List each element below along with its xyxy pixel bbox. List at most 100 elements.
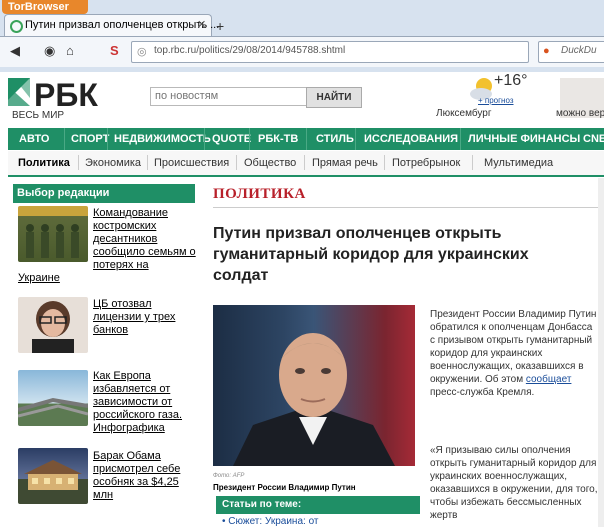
item-line: ЦБ отозвал <box>93 298 152 310</box>
navigation-toolbar: ◀ ◉ ⌂ S ◎ top.rbc.ru/politics/29/08/2014… <box>0 36 604 67</box>
site-icon: ◎ <box>137 46 147 58</box>
duckduckgo-icon: ● <box>543 45 550 57</box>
ad-text[interactable]: можно вер <box>556 108 604 119</box>
thumbnail-pipeline[interactable] <box>17 370 89 426</box>
news-search-input[interactable] <box>150 87 310 106</box>
related-article-link[interactable]: • Сюжет: Украина: от <box>222 516 319 527</box>
item-line: присмотрел себе <box>93 463 181 475</box>
torbrowser-menu-button[interactable]: TorBrowser <box>2 0 88 14</box>
paragraph-text: Президент России Владимир Путин обратилс… <box>430 309 597 385</box>
nav-divider <box>355 128 356 150</box>
thumbnail-soldiers[interactable] <box>18 206 88 262</box>
item-line: банков <box>93 324 129 336</box>
article-headline: Путин призвал ополченцев открыть гуманит… <box>213 225 529 284</box>
globe-icon[interactable]: ◉ <box>44 43 55 59</box>
subnav-divider <box>236 155 237 170</box>
item-line: костромских <box>93 220 157 232</box>
close-icon[interactable]: ✕ <box>197 18 206 31</box>
article-quote-paragraph: «Я призываю силы ополчения открыть гуман… <box>430 445 598 521</box>
subnav-divider <box>78 155 79 170</box>
loading-icon <box>10 20 23 33</box>
nav-item-realty[interactable]: НЕДВИЖИМОСТЬ <box>114 133 211 145</box>
nav-divider <box>306 128 307 150</box>
subnav-item-politics[interactable]: Политика <box>18 157 70 169</box>
weather-forecast-link[interactable]: + прогноз <box>478 96 514 105</box>
page-scrollbar[interactable] <box>598 178 604 527</box>
related-articles-header: Статьи по теме: <box>216 496 420 514</box>
item-line: млн <box>93 489 114 501</box>
nav-item-finance[interactable]: ЛИЧНЫЕ ФИНАНСЫ <box>468 133 580 145</box>
portrait-image <box>233 333 395 466</box>
nav-item-style[interactable]: СТИЛЬ <box>316 133 354 145</box>
new-tab-icon[interactable]: + <box>216 18 224 34</box>
s-addon-icon[interactable]: S <box>110 43 119 58</box>
nav-item-sport[interactable]: СПОРТ <box>71 133 109 145</box>
item-line: потерях на <box>93 259 149 271</box>
banker-image <box>32 301 74 353</box>
item-line: Инфографика <box>93 422 165 434</box>
browser-chrome: TorBrowser Путин призвал ополченцев откр… <box>0 0 604 72</box>
subnav-item-economy[interactable]: Экономика <box>85 157 141 169</box>
paragraph-text: пресс-служба Кремля. <box>430 387 535 398</box>
tab-title: Путин призвал ополченцев открыть ... <box>25 19 220 31</box>
source-link[interactable]: сообщает <box>526 374 572 385</box>
article-paragraph: Президент России Владимир Путин обратилс… <box>430 308 600 399</box>
weather-city: Люксембург <box>436 108 492 119</box>
nav-divider <box>107 128 108 150</box>
item-line: Командование <box>93 207 168 219</box>
item-line: сообщило семьям о <box>93 246 196 258</box>
nav-item-quote[interactable]: QUOTE <box>212 133 251 145</box>
home-icon[interactable]: ⌂ <box>66 43 74 58</box>
url-bar[interactable]: ◎ top.rbc.ru/politics/29/08/2014/945788.… <box>131 41 529 63</box>
item-line: лицензии у трех <box>93 311 176 323</box>
pipeline-image <box>17 397 89 418</box>
search-button[interactable]: НАЙТИ <box>306 87 362 108</box>
main-navigation: АВТО СПОРТ НЕДВИЖИМОСТЬ QUOTE РБК-ТВ СТИ… <box>8 128 604 150</box>
nav-divider <box>204 128 205 150</box>
nav-item-auto[interactable]: АВТО <box>19 133 49 145</box>
nav-divider <box>64 128 65 150</box>
subnav-item-multimedia[interactable]: Мультимедиа <box>484 157 553 169</box>
subnav-item-consumer[interactable]: Потребрынок <box>392 157 460 169</box>
weather-temperature: +16° <box>494 72 528 89</box>
thumbnail-mansion[interactable] <box>18 448 88 504</box>
subnav-divider <box>304 155 305 170</box>
nav-item-research[interactable]: ИССЛЕДОВАНИЯ <box>364 133 458 145</box>
subnav-divider <box>147 155 148 170</box>
subnav-item-direct-speech[interactable]: Прямая речь <box>312 157 378 169</box>
photo-caption: Президент России Владимир Путин <box>213 483 356 492</box>
article-photo[interactable] <box>213 305 415 466</box>
item-line: Как Европа <box>93 370 151 382</box>
logo-text: РБК <box>34 78 98 112</box>
back-icon[interactable]: ◀ <box>10 43 20 59</box>
search-bar[interactable]: ● DuckDu <box>538 41 604 63</box>
browser-tab[interactable]: Путин призвал ополченцев открыть ... ✕ <box>4 14 219 37</box>
item-line: десантников <box>93 233 158 245</box>
editors-choice-item[interactable]: Как Европа избавляется от зависимости от… <box>93 370 182 435</box>
item-line: особняк за $4,25 <box>93 476 179 488</box>
subnav-item-incidents[interactable]: Происшествия <box>154 157 229 169</box>
nav-item-cnews[interactable]: CNEW <box>583 133 604 145</box>
item-line: зависимости от <box>93 396 173 408</box>
editors-choice-item[interactable]: Командование костромских десантников соо… <box>93 207 196 272</box>
subnav-item-society[interactable]: Общество <box>244 157 296 169</box>
thumbnail-banker[interactable] <box>18 297 88 353</box>
nav-divider <box>460 128 461 150</box>
search-placeholder: DuckDu <box>561 45 597 56</box>
editors-choice-header: Выбор редакции <box>13 184 195 203</box>
nav-divider <box>249 128 250 150</box>
subnav-divider <box>472 155 473 170</box>
photo-credit: Фото: AFP <box>213 473 245 479</box>
section-subnavigation: Политика Экономика Происшествия Общество… <box>8 151 604 177</box>
nav-item-rbc-tv[interactable]: РБК-ТВ <box>258 133 298 145</box>
editors-choice-item[interactable]: Барак Обама присмотрел себе особняк за $… <box>93 450 180 502</box>
rbk-logo[interactable]: РБК <box>8 78 118 112</box>
editors-choice-item-tail[interactable]: Украине <box>18 272 60 285</box>
mansion-image <box>24 460 82 490</box>
item-line: российского газа. <box>93 409 183 421</box>
soldiers-image <box>26 224 79 258</box>
section-rubric[interactable]: ПОЛИТИКА <box>213 186 306 203</box>
logo-tagline: ВЕСЬ МИР <box>12 110 65 121</box>
editors-choice-item[interactable]: ЦБ отозвал лицензии у трех банков <box>93 298 175 337</box>
item-line: избавляется от <box>93 383 171 395</box>
